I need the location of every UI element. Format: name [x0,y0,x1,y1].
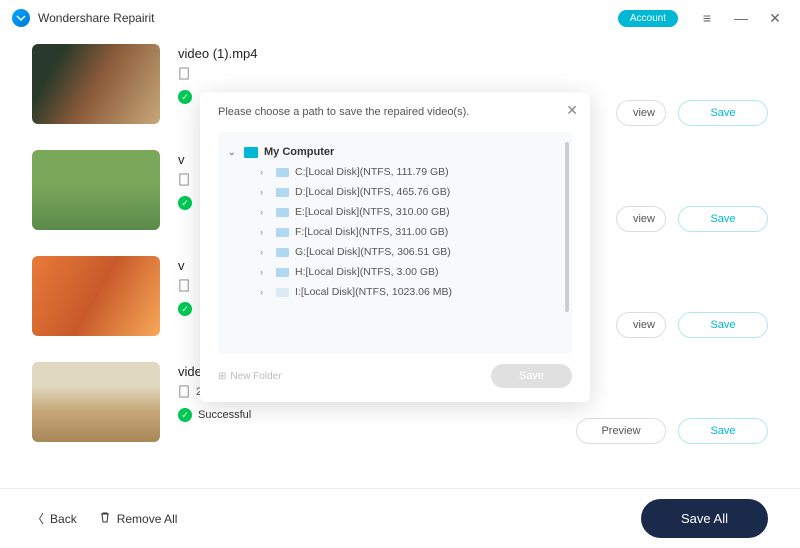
file-icon [178,279,191,292]
save-button[interactable]: Save [678,100,768,126]
video-thumbnail[interactable] [32,150,160,230]
drive-icon [276,228,289,237]
drive-item[interactable]: ›F:[Local Disk](NTFS, 311.00 GB) [226,222,564,242]
file-icon [178,67,191,80]
app-logo-icon [12,9,30,27]
drive-icon [276,188,289,197]
save-button[interactable]: Save [678,312,768,338]
drive-icon [276,268,289,277]
scrollbar[interactable] [565,142,569,312]
chevron-down-icon: ⌄ [228,147,238,158]
drive-icon [276,208,289,217]
app-window: Wondershare Repairit Account ≡ — ✕ video… [0,0,800,548]
drive-icon [276,288,289,297]
drive-item[interactable]: ›D:[Local Disk](NTFS, 465.76 GB) [226,182,564,202]
app-title: Wondershare Repairit [38,11,610,25]
computer-icon [244,147,258,158]
file-icon [178,385,191,398]
account-button[interactable]: Account [618,10,678,27]
dialog-close-icon[interactable]: ✕ [566,102,578,119]
preview-button[interactable]: Preview [576,418,666,444]
drive-item[interactable]: ›H:[Local Disk](NTFS, 3.00 GB) [226,262,564,282]
file-icon [178,173,191,186]
success-icon: ✓ [178,196,192,210]
preview-button[interactable]: view [616,100,666,126]
drive-item[interactable]: ›I:[Local Disk](NTFS, 1023.06 MB) [226,282,564,302]
video-specs [178,67,598,80]
save-button[interactable]: Save [678,206,768,232]
dialog-save-button[interactable]: Save [491,364,572,388]
video-filename: video (1).mp4 [178,46,598,61]
drive-icon [276,168,289,177]
trash-icon [99,511,111,526]
folder-plus-icon: ⊞ [218,371,226,382]
video-thumbnail[interactable] [32,44,160,124]
back-button[interactable]: 〈Back [32,510,77,527]
footer-bar: 〈Back Remove All Save All [0,488,800,548]
preview-button[interactable]: view [616,206,666,232]
save-all-button[interactable]: Save All [641,499,768,538]
new-folder-button[interactable]: ⊞New Folder [218,371,282,382]
success-icon: ✓ [178,408,192,422]
menu-icon[interactable]: ≡ [694,5,720,31]
folder-tree: ⌄My Computer ›C:[Local Disk](NTFS, 111.7… [218,132,572,354]
video-thumbnail[interactable] [32,256,160,336]
minimize-icon[interactable]: — [728,5,754,31]
drive-icon [276,248,289,257]
drive-item[interactable]: ›E:[Local Disk](NTFS, 310.00 GB) [226,202,564,222]
chevron-left-icon: 〈 [32,510,44,527]
save-button[interactable]: Save [678,418,768,444]
success-icon: ✓ [178,302,192,316]
success-icon: ✓ [178,90,192,104]
drive-item[interactable]: ›G:[Local Disk](NTFS, 306.51 GB) [226,242,564,262]
drive-item[interactable]: ›C:[Local Disk](NTFS, 111.79 GB) [226,162,564,182]
dialog-title: Please choose a path to save the repaire… [218,106,572,118]
preview-button[interactable]: view [616,312,666,338]
tree-root[interactable]: ⌄My Computer [226,142,564,162]
close-icon[interactable]: ✕ [762,5,788,31]
title-bar: Wondershare Repairit Account ≡ — ✕ [0,0,800,36]
status-label: Successful [198,409,251,421]
save-path-dialog: ✕ Please choose a path to save the repai… [200,92,590,402]
remove-all-button[interactable]: Remove All [99,511,178,526]
video-thumbnail[interactable] [32,362,160,442]
chevron-right-icon: › [260,167,270,177]
